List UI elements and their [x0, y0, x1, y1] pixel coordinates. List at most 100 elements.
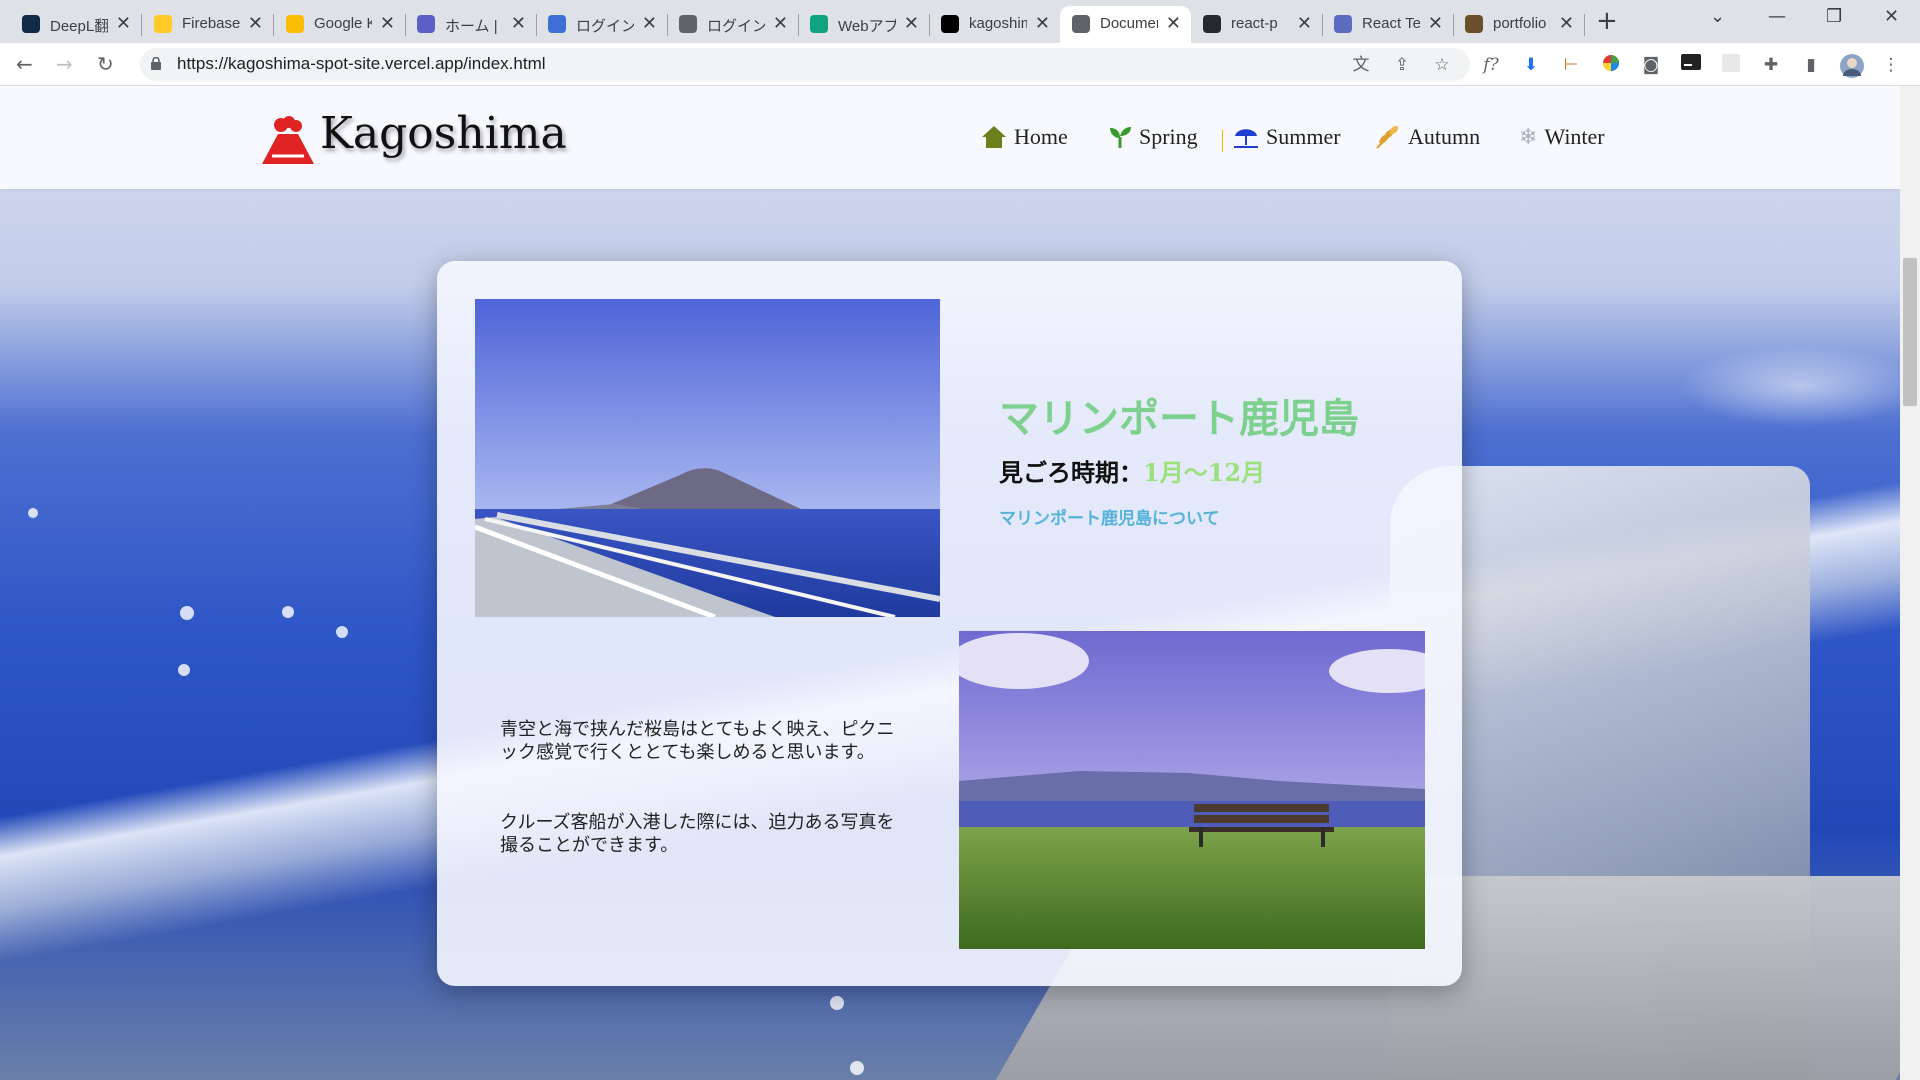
tab-label: ログイン画面	[576, 18, 634, 35]
tab-label: Google Keep	[314, 15, 372, 32]
close-tab-icon[interactable]: ✕	[511, 13, 526, 34]
tab-label: kagoshima	[969, 15, 1027, 32]
minimize-button[interactable]: —	[1768, 6, 1786, 27]
bokeh-light	[180, 606, 194, 620]
nav-summer[interactable]: Summer	[1233, 124, 1341, 150]
portfolio-icon	[1465, 15, 1483, 33]
nav-label: Home	[1014, 124, 1068, 149]
lock-icon[interactable]	[150, 57, 162, 70]
maximize-button[interactable]: ❐	[1826, 6, 1842, 27]
season-label: 見ごろ時期：	[999, 458, 1143, 487]
globe-icon	[679, 15, 697, 33]
download-extension-icon[interactable]: ⬇	[1520, 54, 1542, 76]
back-button[interactable]: ←	[16, 52, 33, 76]
color-picker-extension-icon[interactable]	[1600, 54, 1622, 76]
nav-home[interactable]: Home	[981, 124, 1068, 150]
blank-extension-icon[interactable]	[1720, 54, 1742, 76]
browser-tab[interactable]: portfolio ✕	[1453, 6, 1585, 43]
nav-label: Winter	[1544, 124, 1605, 149]
globe-icon	[1072, 15, 1090, 33]
spot-card: マリンポート鹿児島 見ごろ時期：1月～12月 マリンポート鹿児島について 青空と…	[437, 261, 1462, 986]
about-spot-link[interactable]: マリンポート鹿児島について	[999, 504, 1220, 529]
close-tab-icon[interactable]: ✕	[380, 13, 395, 34]
bookmark-star-icon[interactable]: ☆	[1431, 54, 1453, 76]
season-value: 1月～12月	[1143, 458, 1266, 487]
page-scrollbar[interactable]	[1900, 86, 1920, 1080]
extensions-puzzle-icon[interactable]: ✚	[1760, 54, 1782, 76]
browser-tab[interactable]: ホーム | M ✕	[405, 6, 537, 43]
tab-label: React Te	[1362, 15, 1420, 32]
browser-tab[interactable]: Webアプリ ✕	[798, 6, 930, 43]
nav-autumn[interactable]: Autumn	[1375, 124, 1480, 150]
terminal-extension-icon[interactable]	[1680, 54, 1702, 76]
bokeh-light	[28, 508, 38, 518]
close-window-button[interactable]: ✕	[1884, 6, 1899, 27]
forward-button[interactable]: →	[56, 52, 73, 76]
bokeh-light	[830, 996, 844, 1010]
tab-search-icon[interactable]: ⌄	[1710, 6, 1725, 27]
browser-tab[interactable]: react-p ✕	[1191, 6, 1323, 43]
volcano-logo-icon[interactable]	[262, 116, 314, 166]
translate-icon[interactable]: 文	[1350, 54, 1372, 76]
bokeh-light	[336, 626, 348, 638]
login-icon	[548, 15, 566, 33]
sakurajima-pier-photo	[475, 299, 940, 617]
reload-button[interactable]: ↻	[97, 52, 114, 76]
vercel-icon	[941, 15, 959, 33]
close-tab-icon[interactable]: ✕	[1297, 13, 1312, 34]
page-viewport: Kagoshima Home Spring Summer Autumn ❄ Wi…	[0, 86, 1900, 1080]
tab-label: ログイン|	[707, 18, 765, 35]
side-panel-icon[interactable]: ▮	[1800, 54, 1822, 76]
tab-label: Webアプリ	[838, 18, 896, 35]
bokeh-light	[178, 664, 190, 676]
browser-tab-bar: DeepL翻訳✕Firebase✕Google Keep✕ホーム | M✕ログイ…	[0, 0, 1920, 43]
tab-separator	[1584, 14, 1585, 36]
close-tab-icon[interactable]: ✕	[1428, 13, 1443, 34]
tab-label: Document	[1100, 15, 1158, 32]
close-tab-icon[interactable]: ✕	[116, 13, 131, 34]
nav-winter[interactable]: ❄ Winter	[1519, 124, 1605, 150]
camera-extension-icon[interactable]: ◙	[1640, 54, 1662, 76]
ruler-extension-icon[interactable]: ⊢	[1560, 54, 1582, 76]
close-tab-icon[interactable]: ✕	[904, 13, 919, 34]
browser-tab[interactable]: Google Keep ✕	[274, 6, 406, 43]
nav-spring[interactable]: Spring	[1108, 124, 1198, 150]
nav-label: Autumn	[1408, 124, 1481, 149]
tab-label: ホーム | M	[445, 18, 503, 35]
close-tab-icon[interactable]: ✕	[1559, 13, 1574, 34]
profile-avatar[interactable]	[1840, 54, 1864, 78]
browser-menu-icon[interactable]: ⋮	[1880, 54, 1902, 76]
close-tab-icon[interactable]: ✕	[248, 13, 263, 34]
nav-divider	[1222, 130, 1223, 152]
chatgpt-icon	[810, 15, 828, 33]
wheat-icon	[1376, 125, 1399, 149]
close-tab-icon[interactable]: ✕	[1035, 13, 1050, 34]
sprout-icon	[1110, 127, 1131, 148]
browser-tab[interactable]: Document ✕	[1060, 6, 1191, 43]
tab-label: react-p	[1231, 15, 1278, 32]
browser-tab[interactable]: ログイン| ✕	[667, 6, 799, 43]
tab-label: Firebase	[182, 15, 240, 32]
tab-label: DeepL翻訳	[50, 18, 108, 35]
close-tab-icon[interactable]: ✕	[1166, 13, 1181, 34]
browser-tab[interactable]: ログイン画面 ✕	[536, 6, 668, 43]
site-logo-text[interactable]: Kagoshima	[320, 108, 567, 159]
browser-tab[interactable]: Firebase ✕	[142, 6, 274, 43]
deepl-icon	[22, 15, 40, 33]
github-icon	[1203, 15, 1221, 33]
formula-extension-icon[interactable]: f?	[1480, 54, 1502, 76]
close-tab-icon[interactable]: ✕	[642, 13, 657, 34]
home-icon	[982, 126, 1006, 148]
close-tab-icon[interactable]: ✕	[773, 13, 788, 34]
browser-tab[interactable]: React Te ✕	[1322, 6, 1454, 43]
site-header: Kagoshima Home Spring Summer Autumn ❄ Wi…	[0, 86, 1900, 189]
url-text[interactable]: https://kagoshima-spot-site.vercel.app/i…	[177, 54, 546, 74]
browser-tab[interactable]: kagoshima ✕	[929, 6, 1060, 43]
share-icon[interactable]: ⇪	[1391, 54, 1413, 76]
scrollbar-thumb[interactable]	[1903, 258, 1917, 406]
browser-tab[interactable]: DeepL翻訳 ✕	[10, 6, 142, 43]
react-testing-icon	[1334, 15, 1352, 33]
new-tab-button[interactable]: +	[1596, 6, 1618, 36]
bokeh-light	[282, 606, 294, 618]
description-paragraph-1: 青空と海で挟んだ桜島はとてもよく映え、ピクニック感覚で行くととても楽しめると思い…	[500, 719, 895, 763]
